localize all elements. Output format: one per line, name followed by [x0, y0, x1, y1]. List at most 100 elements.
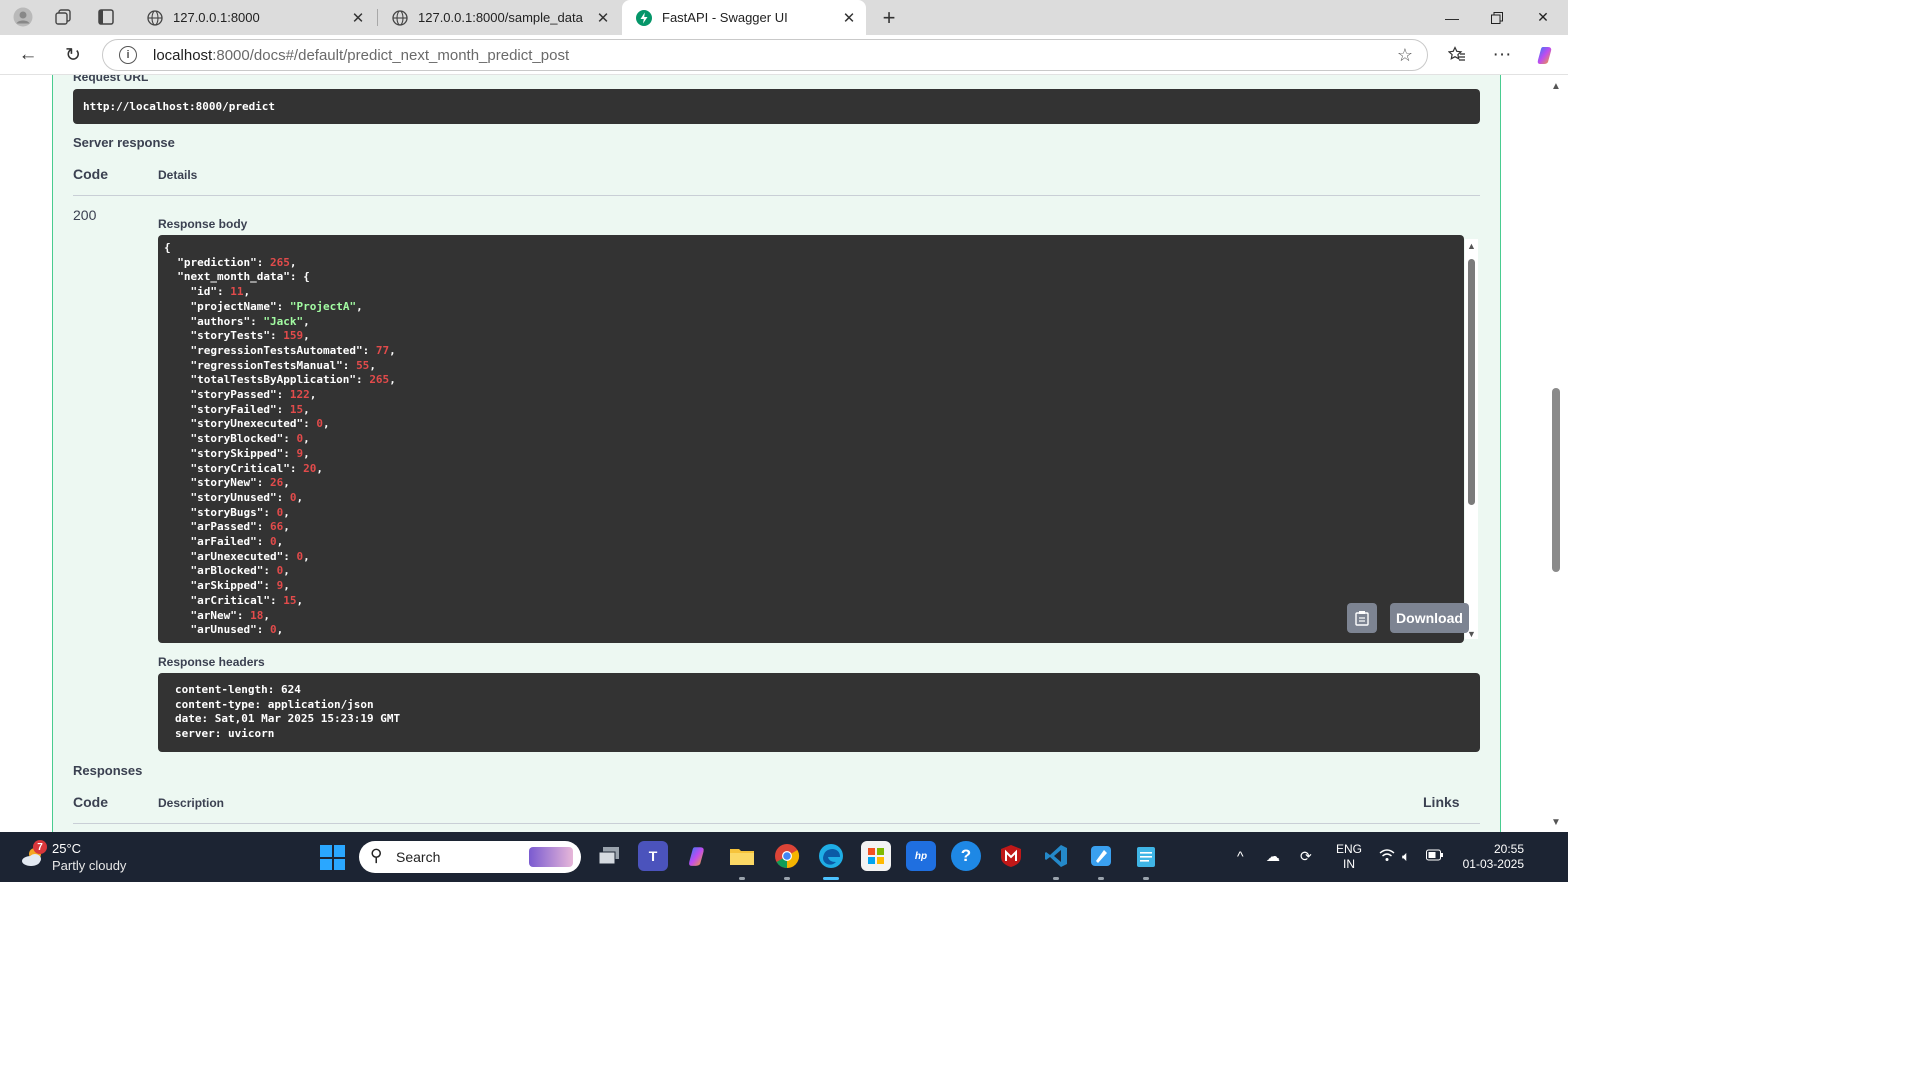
restore-button[interactable] — [1474, 0, 1520, 35]
weather-condition[interactable]: Partly cloudy — [52, 858, 126, 873]
browser-tab-strip: 127.0.0.1:8000 ✕ 127.0.0.1:8000/sample_d… — [0, 0, 1568, 35]
swagger-page: Request URL http://localhost:8000/predic… — [0, 75, 1568, 832]
json-line: "storyUnused": 0, — [164, 490, 304, 504]
back-arrow-icon[interactable]: ← — [13, 41, 43, 69]
weather-alert-badge: 7 — [33, 840, 47, 854]
tab-title: FastAPI - Swagger UI — [662, 10, 788, 25]
json-line: "arUnused": 0, — [164, 623, 284, 637]
get-help-icon[interactable]: ? — [951, 841, 981, 871]
responses-label: Responses — [73, 763, 143, 778]
server-response-label: Server response — [73, 135, 175, 150]
mcafee-icon[interactable] — [996, 841, 1026, 871]
notepad-icon[interactable] — [1131, 841, 1161, 871]
search-highlight-icon — [529, 847, 573, 867]
workspaces-icon[interactable] — [52, 6, 74, 28]
json-line: "prediction": 265, — [164, 255, 297, 269]
edge-icon[interactable] — [816, 841, 846, 871]
file-explorer-icon[interactable] — [727, 841, 757, 871]
site-info-icon[interactable]: i — [119, 46, 137, 64]
myhp-icon[interactable]: hp — [906, 841, 936, 871]
copilot-app-icon[interactable] — [682, 841, 712, 871]
weather-temperature[interactable]: 25°C — [52, 841, 81, 856]
running-indicator — [1053, 877, 1059, 880]
windows-taskbar: 7 25°C Partly cloudy ⚲ Search T hp ? ^ ☁… — [0, 832, 1568, 882]
system-clock[interactable]: 20:55 01-03-2025 — [1460, 842, 1524, 872]
tab-title: 127.0.0.1:8000 — [173, 10, 260, 25]
json-line: "regressionTestsAutomated": 77, — [164, 343, 396, 357]
request-url-label: Request URL — [73, 75, 149, 84]
tab-localhost-root[interactable]: 127.0.0.1:8000 ✕ — [133, 0, 375, 35]
json-line: "storyUnexecuted": 0, — [164, 417, 330, 431]
json-line: "regressionTestsManual": 55, — [164, 358, 376, 372]
address-url: localhost:8000/docs#/default/predict_nex… — [153, 47, 570, 64]
json-line: "storyFailed": 15, — [164, 402, 310, 416]
tab-actions-icon[interactable] — [95, 6, 117, 28]
address-bar[interactable]: i localhost:8000/docs#/default/predict_n… — [102, 39, 1428, 71]
chrome-icon[interactable] — [772, 841, 802, 871]
json-line: "storyBugs": 0, — [164, 505, 290, 519]
json-line: "storySkipped": 9, — [164, 446, 310, 460]
vscode-icon[interactable] — [1041, 841, 1071, 871]
json-line: "arBlocked": 0, — [164, 564, 290, 578]
volume-icon[interactable]: 🔈︎ — [1402, 848, 1410, 865]
responses-code-header: Code — [73, 794, 108, 810]
scroll-up-arrow-icon[interactable]: ▲ — [1467, 241, 1476, 251]
json-line: "arSkipped": 9, — [164, 579, 290, 593]
favorites-icon[interactable] — [1442, 41, 1472, 69]
minimize-button[interactable]: — — [1429, 0, 1475, 35]
globe-icon — [147, 9, 163, 26]
task-view-icon[interactable] — [594, 841, 624, 871]
start-button[interactable] — [320, 845, 345, 870]
copy-to-clipboard-button[interactable] — [1347, 603, 1377, 633]
close-tab-icon[interactable]: ✕ — [592, 7, 614, 29]
json-line: "storyNew": 26, — [164, 476, 290, 490]
response-body-scrollbar[interactable]: ▲ ▼ — [1465, 239, 1478, 639]
copilot-icon[interactable] — [1530, 41, 1560, 69]
more-options-icon[interactable]: ··· — [1487, 41, 1517, 69]
show-hidden-icons-chevron[interactable]: ^ — [1237, 848, 1244, 864]
page-scrollbar[interactable]: ▲ ▼ — [1549, 75, 1563, 832]
download-button[interactable]: Download — [1390, 603, 1469, 633]
taskbar-search[interactable]: ⚲ Search — [359, 841, 581, 873]
close-tab-icon[interactable]: ✕ — [838, 7, 860, 29]
microsoft-store-icon[interactable] — [861, 841, 891, 871]
code-column-header: Code — [73, 166, 108, 182]
response-headers-box: content-length: 624 content-type: applic… — [158, 673, 1480, 752]
wifi-icon[interactable] — [1379, 848, 1395, 865]
close-window-button[interactable]: ✕ — [1520, 0, 1566, 35]
page-scrollbar-thumb[interactable] — [1552, 388, 1560, 572]
response-body[interactable]: { "prediction": 265, "next_month_data": … — [158, 235, 1464, 643]
json-line: "arPassed": 66, — [164, 520, 290, 534]
favorite-star-icon[interactable]: ☆ — [1397, 45, 1413, 66]
running-indicator — [1143, 877, 1149, 880]
close-tab-icon[interactable]: ✕ — [347, 7, 369, 29]
description-header: Description — [158, 796, 225, 810]
onedrive-cloud-icon[interactable]: ☁ — [1266, 848, 1280, 865]
json-line: "next_month_data": { — [164, 270, 310, 284]
json-line: "totalTestsByApplication": 265, — [164, 373, 396, 387]
sync-icon[interactable]: ⟳ — [1300, 848, 1312, 865]
json-line: "arNew": 18, — [164, 608, 270, 622]
header-divider — [73, 195, 1480, 196]
paint-icon[interactable] — [1086, 841, 1116, 871]
details-column-header: Details — [158, 168, 198, 182]
profile-icon[interactable] — [12, 6, 34, 28]
request-url-box: http://localhost:8000/predict — [73, 89, 1480, 124]
json-line: "id": 11, — [164, 285, 251, 299]
teams-icon[interactable]: T — [638, 841, 668, 871]
fastapi-logo-icon — [636, 9, 652, 26]
running-indicator — [784, 877, 790, 880]
scroll-down-arrow-icon[interactable]: ▼ — [1551, 817, 1561, 828]
battery-icon[interactable] — [1426, 848, 1444, 864]
input-language[interactable]: ENG IN — [1336, 842, 1362, 872]
new-tab-button[interactable]: + — [876, 5, 902, 31]
tab-swagger-ui[interactable]: FastAPI - Swagger UI ✕ — [622, 0, 866, 35]
tab-sample-data[interactable]: 127.0.0.1:8000/sample_data ✕ — [378, 0, 620, 35]
running-indicator — [739, 877, 745, 880]
clipboard-icon — [1355, 611, 1369, 626]
scrollbar-thumb[interactable] — [1468, 259, 1475, 505]
scroll-up-arrow-icon[interactable]: ▲ — [1551, 81, 1561, 92]
json-line: { — [164, 241, 171, 254]
refresh-icon[interactable]: ↻ — [58, 41, 88, 69]
browser-toolbar: ← ↻ i localhost:8000/docs#/default/predi… — [0, 35, 1568, 75]
